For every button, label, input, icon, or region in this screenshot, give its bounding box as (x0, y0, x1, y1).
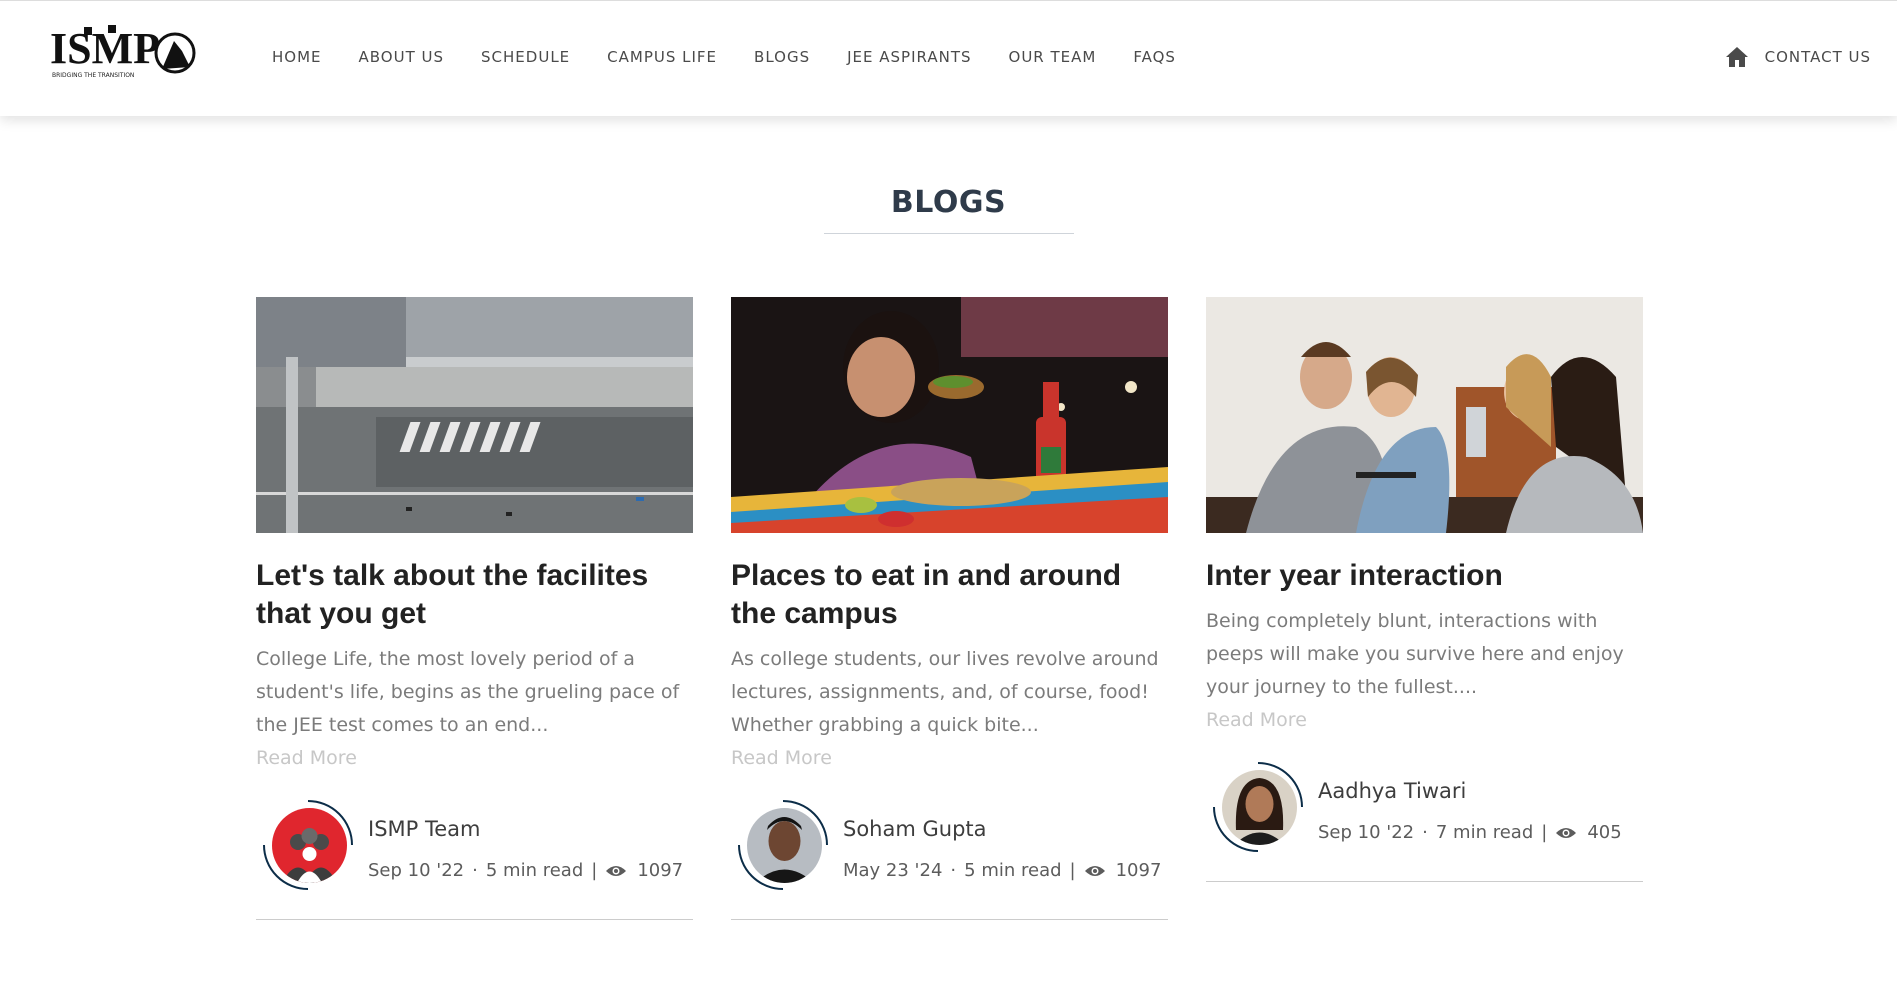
avatar[interactable] (1212, 761, 1304, 853)
post-meta: Sep 10 '22 · 7 min read | 405 (1318, 822, 1622, 843)
blog-title[interactable]: Let's talk about the facilites that you … (256, 557, 693, 633)
read-more-link[interactable]: Read More (256, 747, 693, 769)
ismp-logo[interactable]: ISMP BRIDGING THE TRANSITION (50, 21, 200, 81)
author-name[interactable]: Aadhya Tiwari (1318, 779, 1466, 803)
title-underline (824, 233, 1074, 234)
blog-card: Let's talk about the facilites that you … (256, 297, 693, 920)
svg-text:ISMP: ISMP (50, 24, 160, 73)
post-date: May 23 '24 (843, 860, 943, 881)
contact-us-link[interactable]: CONTACT US (1725, 1, 1871, 113)
author-name[interactable]: Soham Gupta (843, 817, 987, 841)
read-time: 7 min read (1435, 822, 1534, 843)
blog-title[interactable]: Inter year interaction (1206, 557, 1643, 595)
home-icon (1725, 47, 1748, 67)
post-meta: May 23 '24 · 5 min read | 1097 (843, 860, 1162, 881)
author-row: Soham Gupta May 23 '24 · 5 min read | 10… (731, 799, 1168, 891)
nav-jee-aspirants[interactable]: JEE ASPIRANTS (847, 48, 971, 66)
nav-about-us[interactable]: ABOUT US (359, 48, 445, 66)
top-navbar: ISMP BRIDGING THE TRANSITION HOME ABOUT … (0, 0, 1897, 116)
read-more-link[interactable]: Read More (731, 747, 1168, 769)
card-divider (256, 919, 693, 920)
nav-faqs[interactable]: FAQS (1133, 48, 1176, 66)
section-title: BLOGS (890, 185, 1007, 220)
view-count: 405 (1587, 822, 1622, 843)
nav-campus-life[interactable]: CAMPUS LIFE (607, 48, 717, 66)
blog-card: Places to eat in and around the campus A… (731, 297, 1168, 920)
blog-excerpt: Being completely blunt, interactions wit… (1206, 610, 1624, 698)
read-more-link[interactable]: Read More (1206, 709, 1643, 731)
eye-icon (1556, 827, 1577, 838)
blog-image-students[interactable] (1206, 297, 1643, 533)
nav-our-team[interactable]: OUR TEAM (1009, 48, 1097, 66)
card-divider (731, 919, 1168, 920)
post-date: Sep 10 '22 (368, 860, 465, 881)
contact-us-label: CONTACT US (1764, 48, 1871, 66)
author-row: Aadhya Tiwari Sep 10 '22 · 7 min read | … (1206, 761, 1643, 853)
svg-text:BRIDGING THE TRANSITION: BRIDGING THE TRANSITION (52, 72, 134, 79)
nav-blogs[interactable]: BLOGS (754, 48, 810, 66)
blog-image-food[interactable] (731, 297, 1168, 533)
blog-excerpt: College Life, the most lovely period of … (256, 648, 680, 736)
post-date: Sep 10 '22 (1318, 822, 1415, 843)
eye-icon (1084, 865, 1105, 876)
read-time: 5 min read (485, 860, 584, 881)
view-count: 1097 (1115, 860, 1162, 881)
blog-excerpt: As college students, our lives revolve a… (731, 648, 1159, 736)
card-divider (1206, 881, 1643, 882)
blog-card: Inter year interaction Being completely … (1206, 297, 1643, 882)
avatar[interactable] (737, 799, 829, 891)
main-nav: HOME ABOUT US SCHEDULE CAMPUS LIFE BLOGS… (272, 1, 1213, 113)
avatar[interactable] (262, 799, 354, 891)
eye-icon (606, 865, 627, 876)
read-time: 5 min read (964, 860, 1062, 881)
nav-schedule[interactable]: SCHEDULE (481, 48, 570, 66)
nav-home[interactable]: HOME (272, 48, 322, 66)
post-meta: Sep 10 '22 · 5 min read | 1097 (368, 860, 684, 881)
view-count: 1097 (637, 860, 684, 881)
author-name[interactable]: ISMP Team (368, 817, 481, 841)
blog-image-aerial[interactable] (256, 297, 693, 533)
blog-title[interactable]: Places to eat in and around the campus (731, 557, 1168, 633)
author-row: ISMP Team Sep 10 '22 · 5 min read | 1097 (256, 799, 693, 891)
